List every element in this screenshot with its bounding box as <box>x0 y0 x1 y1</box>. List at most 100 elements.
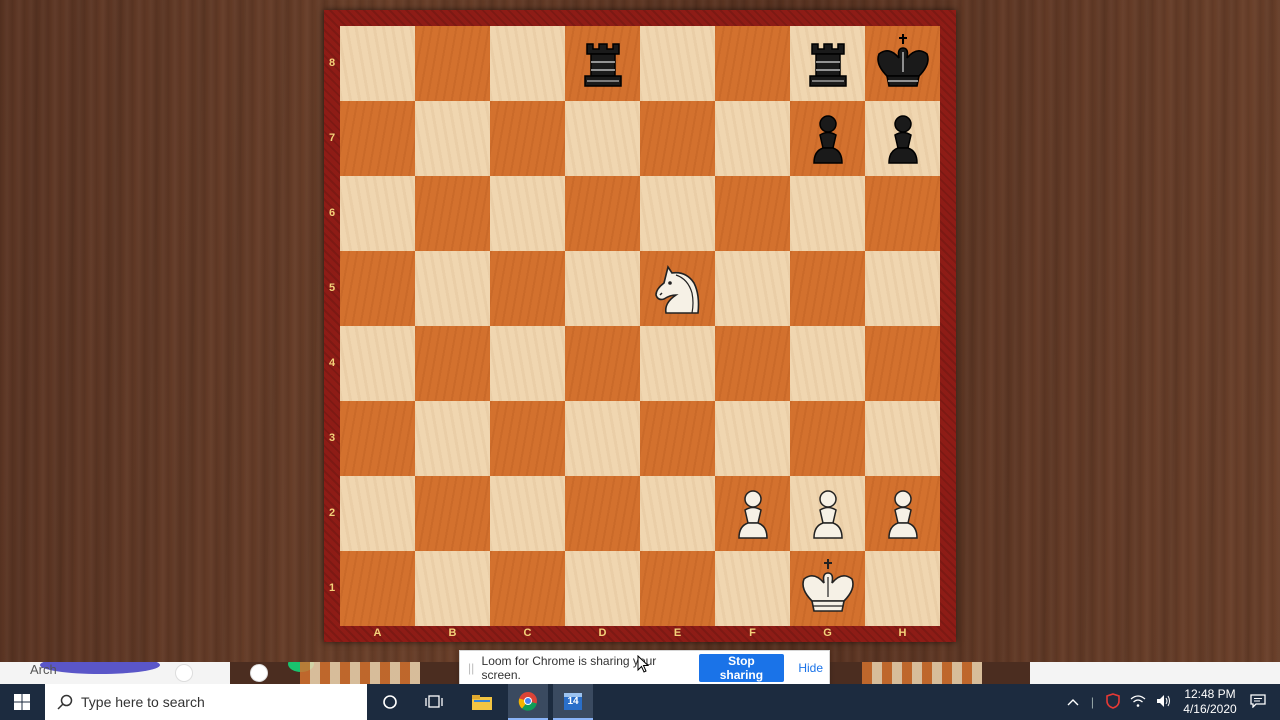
square-b4[interactable] <box>415 326 490 401</box>
square-d4[interactable] <box>565 326 640 401</box>
taskbar-search-box[interactable]: Type here to search <box>45 684 367 720</box>
square-g1[interactable] <box>790 551 865 626</box>
white-pawn-icon[interactable] <box>796 482 860 546</box>
square-h2[interactable] <box>865 476 940 551</box>
wifi-icon[interactable] <box>1130 694 1146 711</box>
square-a3[interactable] <box>340 401 415 476</box>
task-view-button[interactable] <box>414 684 454 720</box>
notification-icon[interactable] <box>1250 693 1266 711</box>
cortana-button[interactable] <box>370 684 410 720</box>
square-e1[interactable] <box>640 551 715 626</box>
stop-sharing-button[interactable]: Stop sharing <box>698 654 785 682</box>
square-a5[interactable] <box>340 251 415 326</box>
square-d2[interactable] <box>565 476 640 551</box>
square-c4[interactable] <box>490 326 565 401</box>
square-c1[interactable] <box>490 551 565 626</box>
square-c3[interactable] <box>490 401 565 476</box>
rank-label: 1 <box>328 582 336 594</box>
square-h1[interactable] <box>865 551 940 626</box>
hide-button[interactable]: Hide <box>792 660 829 676</box>
square-a7[interactable] <box>340 101 415 176</box>
black-pawn-icon[interactable] <box>871 107 935 171</box>
volume-icon[interactable] <box>1156 694 1172 711</box>
mouse-cursor-icon <box>637 655 649 673</box>
square-h3[interactable] <box>865 401 940 476</box>
square-g4[interactable] <box>790 326 865 401</box>
chrome-button[interactable] <box>508 684 548 720</box>
square-d6[interactable] <box>565 176 640 251</box>
square-a8[interactable] <box>340 26 415 101</box>
square-f3[interactable] <box>715 401 790 476</box>
square-b3[interactable] <box>415 401 490 476</box>
square-h8[interactable] <box>865 26 940 101</box>
square-e6[interactable] <box>640 176 715 251</box>
square-h6[interactable] <box>865 176 940 251</box>
board-thumbnail[interactable] <box>300 662 420 684</box>
square-a1[interactable] <box>340 551 415 626</box>
square-c6[interactable] <box>490 176 565 251</box>
black-king-icon[interactable] <box>871 32 935 96</box>
drag-handle-icon[interactable]: || <box>468 661 478 675</box>
task-view-icon <box>425 695 443 708</box>
security-shield-icon[interactable] <box>1106 692 1120 712</box>
square-g7[interactable] <box>790 101 865 176</box>
black-rook-icon[interactable] <box>796 32 860 96</box>
square-a6[interactable] <box>340 176 415 251</box>
file-explorer-button[interactable] <box>462 684 502 720</box>
square-h5[interactable] <box>865 251 940 326</box>
pen-icon[interactable]: | <box>1091 695 1094 709</box>
square-a4[interactable] <box>340 326 415 401</box>
share-message: Loom for Chrome is sharing your screen. <box>481 654 657 682</box>
square-e7[interactable] <box>640 101 715 176</box>
square-b2[interactable] <box>415 476 490 551</box>
square-e8[interactable] <box>640 26 715 101</box>
windows-start-button[interactable] <box>0 684 44 720</box>
rank-label: 5 <box>328 282 336 294</box>
square-d7[interactable] <box>565 101 640 176</box>
square-e3[interactable] <box>640 401 715 476</box>
white-pawn-icon[interactable] <box>721 482 785 546</box>
black-rook-icon[interactable] <box>571 32 635 96</box>
square-e2[interactable] <box>640 476 715 551</box>
square-f1[interactable] <box>715 551 790 626</box>
square-f5[interactable] <box>715 251 790 326</box>
square-h4[interactable] <box>865 326 940 401</box>
square-c7[interactable] <box>490 101 565 176</box>
square-e5[interactable] <box>640 251 715 326</box>
square-d1[interactable] <box>565 551 640 626</box>
square-c8[interactable] <box>490 26 565 101</box>
square-b5[interactable] <box>415 251 490 326</box>
calendar-app-button[interactable]: 14 <box>553 684 593 720</box>
square-b8[interactable] <box>415 26 490 101</box>
black-pawn-icon[interactable] <box>796 107 860 171</box>
board-thumbnail[interactable] <box>862 662 982 684</box>
clock[interactable]: 12:48 PM 4/16/2020 <box>1180 687 1240 717</box>
white-king-icon[interactable] <box>796 557 860 621</box>
square-g2[interactable] <box>790 476 865 551</box>
square-d3[interactable] <box>565 401 640 476</box>
white-knight-icon[interactable] <box>646 257 710 321</box>
chess-board[interactable] <box>340 26 940 626</box>
square-a2[interactable] <box>340 476 415 551</box>
square-h7[interactable] <box>865 101 940 176</box>
square-e4[interactable] <box>640 326 715 401</box>
square-g8[interactable] <box>790 26 865 101</box>
circle-icon <box>250 664 268 682</box>
square-b1[interactable] <box>415 551 490 626</box>
white-pawn-icon[interactable] <box>871 482 935 546</box>
square-c2[interactable] <box>490 476 565 551</box>
square-g3[interactable] <box>790 401 865 476</box>
square-b7[interactable] <box>415 101 490 176</box>
square-g5[interactable] <box>790 251 865 326</box>
square-f7[interactable] <box>715 101 790 176</box>
square-g6[interactable] <box>790 176 865 251</box>
square-f6[interactable] <box>715 176 790 251</box>
square-d8[interactable] <box>565 26 640 101</box>
chevron-up-icon[interactable] <box>1067 695 1079 709</box>
square-d5[interactable] <box>565 251 640 326</box>
square-f4[interactable] <box>715 326 790 401</box>
square-c5[interactable] <box>490 251 565 326</box>
square-f2[interactable] <box>715 476 790 551</box>
square-b6[interactable] <box>415 176 490 251</box>
square-f8[interactable] <box>715 26 790 101</box>
